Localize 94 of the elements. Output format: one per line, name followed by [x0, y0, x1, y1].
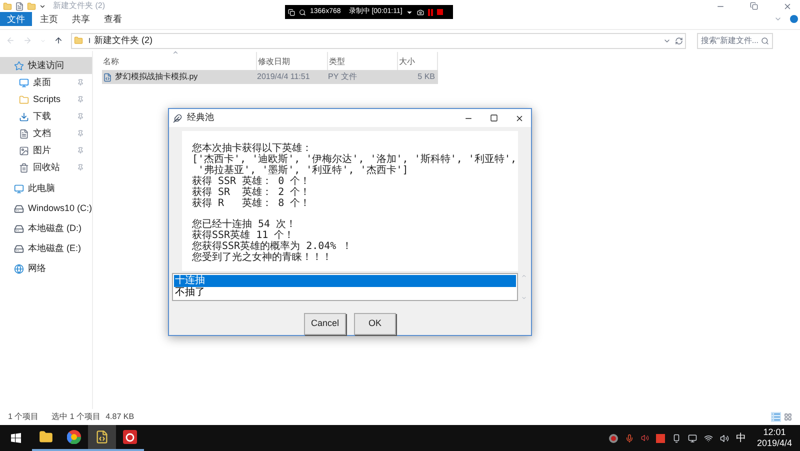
sidebar-item[interactable]: 回收站: [0, 159, 92, 176]
list-option[interactable]: 十连抽: [174, 275, 516, 287]
file-name: 梦幻模拟战抽卡模拟.py: [115, 71, 198, 83]
folder-icon: [19, 94, 29, 104]
restore-icon[interactable]: [750, 2, 758, 10]
maximize-icon[interactable]: [490, 114, 498, 122]
expand-ribbon-icon[interactable]: [774, 15, 782, 23]
python-file-icon: [103, 72, 112, 82]
drive-icon: [14, 204, 24, 214]
file-size: 5 KB: [416, 71, 436, 83]
zoom-icon[interactable]: [299, 8, 306, 16]
window-title: 新建文件夹 (2): [53, 0, 105, 12]
details-view-icon[interactable]: [771, 412, 781, 422]
display-icon[interactable]: [688, 434, 697, 442]
record-icon[interactable]: [608, 434, 618, 442]
file-date: 2019/4/4 11:51: [257, 71, 311, 83]
message-line: 获得SSR英雄 11 个！: [192, 230, 294, 241]
sidebar-item[interactable]: 快速访问: [0, 57, 92, 74]
ribbon-tab[interactable]: 主页: [34, 12, 64, 26]
drive-icon: [14, 244, 24, 254]
sidebar-item[interactable]: 图片: [0, 142, 92, 159]
folder-icon: [74, 36, 83, 45]
properties-icon[interactable]: [15, 2, 24, 10]
selection-count: 选中 1 个项目: [52, 411, 101, 423]
desktop-icon: [19, 78, 29, 88]
dropdown-icon[interactable]: [39, 2, 46, 10]
message-line: 您受到了光之女神的青睐！！！: [192, 252, 333, 263]
file-row[interactable]: 梦幻模拟战抽卡模拟.py 2019/4/4 11:51 PY 文件 5 KB: [102, 70, 438, 84]
download-icon: [19, 112, 29, 122]
large-icons-view-icon[interactable]: [784, 413, 792, 421]
microphone-icon[interactable]: [624, 434, 634, 442]
list-option[interactable]: 不抽了: [174, 287, 516, 299]
sidebar-item[interactable]: 本地磁盘 (E:): [0, 240, 92, 257]
drive-icon: [14, 224, 24, 234]
stop-icon[interactable]: [437, 9, 444, 15]
trash-icon: [19, 162, 29, 172]
message-line: ['杰西卡', '迪欧斯', '伊梅尔达', '洛加', '斯科特', '利亚特',: [192, 154, 518, 165]
input-method-indicator[interactable]: 中: [736, 430, 746, 446]
sidebar-item[interactable]: 此电脑: [0, 180, 92, 197]
close-icon[interactable]: [515, 114, 524, 122]
python-file-icon: [95, 430, 109, 444]
camera-icon[interactable]: [417, 8, 424, 16]
file-type: PY 文件: [328, 71, 358, 83]
sidebar-item[interactable]: 文档: [0, 125, 92, 142]
sidebar-item[interactable]: Windows10 (C:): [0, 200, 92, 217]
refresh-icon[interactable]: [675, 36, 683, 44]
dropdown-icon[interactable]: [406, 8, 414, 16]
document-icon: [19, 128, 29, 138]
folder-icon: [3, 2, 12, 10]
dialog-button[interactable]: Cancel: [304, 313, 346, 335]
sort-icon: [172, 49, 179, 56]
sidebar-item[interactable]: 下载: [0, 108, 92, 125]
message-line: 您获得SSR英雄的概率为 2.04% ！: [192, 241, 354, 252]
pause-icon[interactable]: [428, 8, 434, 16]
volume-icon[interactable]: [720, 434, 729, 442]
dialog-button[interactable]: OK: [354, 313, 396, 335]
path-separator-icon: [87, 38, 90, 43]
ribbon-tab[interactable]: 共享: [66, 12, 96, 26]
message-line: 获得 SSR 英雄： 0 个！: [192, 176, 312, 187]
feather-icon: [173, 114, 182, 122]
message-line: 您已经十连抽 54 次！: [192, 219, 298, 230]
clock-time[interactable]: 12:01: [763, 427, 786, 438]
music-app-icon: [123, 430, 137, 444]
speaker-icon[interactable]: [640, 434, 649, 442]
star-icon: [14, 60, 24, 70]
colorful-ball-icon: [67, 430, 81, 444]
taskbar-app[interactable]: [88, 425, 116, 451]
network-icon: [14, 264, 24, 274]
sidebar-item[interactable]: 本地磁盘 (D:): [0, 220, 92, 237]
picture-icon: [19, 146, 29, 156]
search-field[interactable]: 搜索"新建文件...: [697, 32, 773, 48]
ribbon-tab[interactable]: 查看: [98, 12, 128, 26]
message-line: '弗拉基亚', '墨斯', '利亚特', '杰西卡']: [198, 165, 410, 176]
message-line: 您本次抽卡获得以下英雄：: [192, 143, 313, 154]
search-icon: [761, 36, 769, 44]
help-icon[interactable]: [790, 15, 798, 23]
message-line: 获得 R 英雄： 8 个！: [192, 198, 312, 209]
sidebar-item[interactable]: Scripts: [0, 91, 92, 108]
address-path[interactable]: 新建文件夹 (2): [94, 34, 152, 48]
address-bar[interactable]: 新建文件夹 (2): [71, 32, 686, 48]
clock-date[interactable]: 2019/4/4: [756, 438, 792, 449]
message-line: 获得 SR 英雄： 2 个！: [192, 187, 312, 198]
up-icon[interactable]: [54, 36, 63, 45]
sidebar-item[interactable]: 网络: [0, 260, 92, 277]
dialog-title: 经典池: [187, 111, 214, 124]
computer-icon: [14, 184, 24, 194]
windows-logo-icon[interactable]: [11, 433, 21, 443]
window-icon[interactable]: [288, 8, 295, 16]
folder-icon: [39, 430, 53, 444]
app-tray-icon[interactable]: [656, 434, 665, 442]
selection-size: 4.87 KB: [106, 411, 134, 423]
wifi-icon[interactable]: [704, 434, 713, 442]
sidebar-item[interactable]: 桌面: [0, 74, 92, 91]
item-count: 1 个项目: [8, 411, 39, 423]
